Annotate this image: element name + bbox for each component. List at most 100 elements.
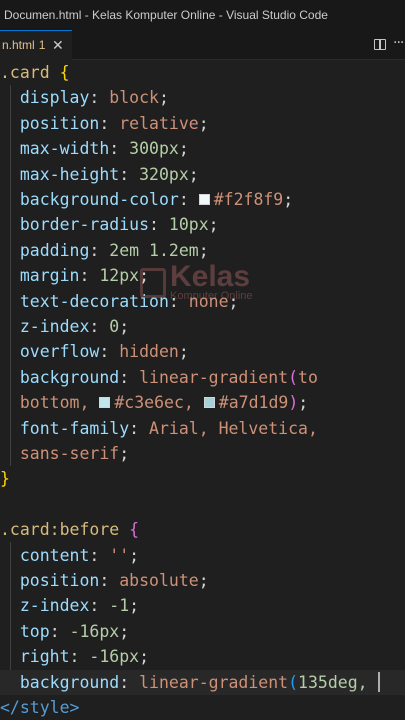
code-line: .card { bbox=[0, 60, 405, 85]
selector: .card bbox=[0, 63, 50, 82]
css-value: #f2f8f9 bbox=[213, 190, 284, 209]
css-property: max-height bbox=[19, 164, 120, 184]
css-unit: px bbox=[119, 266, 140, 286]
css-value: #a7d1d9 bbox=[218, 393, 289, 413]
css-unit: px bbox=[188, 215, 209, 235]
paren: ( bbox=[288, 672, 299, 692]
code-editor[interactable]: Kelas Komputer Online .card { display: b… bbox=[0, 60, 405, 720]
code-line: position: relative; bbox=[19, 113, 209, 133]
code-line: z-index: -1; bbox=[19, 596, 140, 616]
code-line: max-height: 320px; bbox=[19, 164, 199, 184]
css-number: 135 bbox=[298, 672, 328, 692]
pseudo-selector: :before bbox=[49, 520, 120, 540]
css-value: none bbox=[188, 291, 229, 311]
brace: } bbox=[0, 469, 10, 489]
css-number: 320 bbox=[139, 164, 169, 184]
more-actions-icon[interactable]: ··· bbox=[393, 35, 404, 51]
css-property: overflow bbox=[19, 342, 100, 362]
css-value: Arial, Helvetica, bbox=[149, 418, 318, 438]
css-function: linear-gradient bbox=[139, 672, 289, 692]
code-line: font-family: Arial, Helvetica, bbox=[19, 418, 318, 438]
window-title-bar: Documen.html - Kelas Komputer Online - V… bbox=[0, 0, 405, 30]
css-unit: em bbox=[178, 240, 199, 260]
code-line: .card:before { bbox=[0, 517, 405, 542]
css-value: relative bbox=[119, 113, 199, 133]
css-number: 300 bbox=[129, 139, 159, 159]
css-number: 0 bbox=[109, 317, 120, 336]
code-line: margin: 12px; bbox=[19, 266, 150, 286]
css-property: display bbox=[19, 88, 90, 108]
css-property: content bbox=[19, 545, 90, 565]
css-number: -16 bbox=[69, 621, 100, 641]
brace: { bbox=[59, 63, 70, 82]
css-value: block bbox=[109, 88, 159, 108]
css-unit: px bbox=[99, 621, 120, 641]
vscode-window: Documen.html - Kelas Komputer Online - V… bbox=[0, 0, 405, 720]
code-line: position: absolute; bbox=[19, 571, 209, 590]
code-line: display: block; bbox=[19, 88, 169, 108]
css-number: -16 bbox=[89, 647, 120, 667]
code-line: text-decoration: none; bbox=[19, 291, 239, 311]
css-number: 1.2 bbox=[149, 240, 179, 260]
code-line: content: ''; bbox=[19, 545, 140, 565]
css-value: sans-serif bbox=[19, 444, 120, 463]
css-value: to bbox=[298, 367, 318, 387]
code-line: background: linear-gradient(to bbox=[19, 367, 318, 387]
css-unit: px bbox=[168, 164, 189, 184]
css-property: text-decoration bbox=[19, 291, 169, 311]
brace: { bbox=[129, 520, 140, 540]
color-swatch[interactable] bbox=[203, 397, 215, 409]
css-value: bottom, bbox=[19, 393, 90, 413]
tab-filename: n.html bbox=[2, 38, 35, 52]
color-swatch[interactable] bbox=[198, 194, 210, 205]
css-property: position bbox=[19, 113, 100, 133]
code-line: padding: 2em 1.2em; bbox=[19, 240, 209, 260]
code-line: bottom, #c3e6ec, #a7d1d9); bbox=[19, 393, 309, 413]
code-line: z-index: 0; bbox=[19, 317, 130, 336]
paren: ( bbox=[288, 367, 299, 387]
css-property: top bbox=[19, 621, 50, 641]
code-line: </style> bbox=[0, 695, 405, 720]
code-line: border-radius: 10px; bbox=[19, 215, 219, 235]
code-line: } bbox=[0, 466, 405, 491]
text-cursor bbox=[377, 671, 380, 692]
css-value: #c3e6ec, bbox=[114, 393, 194, 413]
css-number: 10 bbox=[168, 215, 189, 235]
css-function: linear-gradient bbox=[139, 367, 289, 387]
code-line: overflow: hidden; bbox=[19, 342, 189, 362]
code-line: background-color: #f2f8f9; bbox=[19, 190, 294, 209]
css-property: background bbox=[19, 367, 120, 387]
code-line-active: background: linear-gradient(135deg, bbox=[0, 669, 405, 695]
code-line: max-width: 300px; bbox=[19, 139, 189, 159]
close-icon[interactable]: ✕ bbox=[52, 31, 64, 59]
css-property: font-family bbox=[19, 418, 130, 438]
css-number: -1 bbox=[109, 596, 130, 616]
css-property: margin bbox=[19, 266, 80, 286]
css-unit: px bbox=[158, 139, 179, 159]
split-editor-icon[interactable] bbox=[374, 39, 386, 50]
code-line: sans-serif; bbox=[19, 444, 130, 463]
paren: ) bbox=[288, 393, 299, 413]
css-value: '' bbox=[109, 545, 130, 565]
css-number: 2 bbox=[109, 240, 120, 260]
css-number: 12 bbox=[99, 266, 120, 286]
tab-problem-count: 1 bbox=[38, 38, 46, 52]
code-line: top: -16px; bbox=[19, 621, 130, 641]
css-property: max-width bbox=[19, 139, 110, 159]
selector: .card bbox=[0, 520, 50, 540]
editor-tab-active[interactable]: n.html 1 ✕ bbox=[0, 30, 72, 60]
css-property: background-color bbox=[19, 190, 179, 209]
css-property: position bbox=[19, 571, 100, 590]
css-unit: deg, bbox=[327, 672, 368, 692]
editor-tab-bar: n.html 1 ✕ ··· bbox=[0, 30, 405, 60]
css-property: padding bbox=[19, 240, 90, 260]
css-property: z-index bbox=[19, 596, 90, 616]
css-unit: em bbox=[119, 240, 140, 260]
code-line: right: -16px; bbox=[19, 647, 150, 667]
css-value: absolute bbox=[119, 571, 199, 590]
window-title: Documen.html - Kelas Komputer Online - V… bbox=[4, 8, 328, 22]
css-unit: px bbox=[119, 647, 140, 667]
html-closing-tag: </style> bbox=[0, 698, 80, 717]
color-swatch[interactable] bbox=[99, 397, 111, 409]
